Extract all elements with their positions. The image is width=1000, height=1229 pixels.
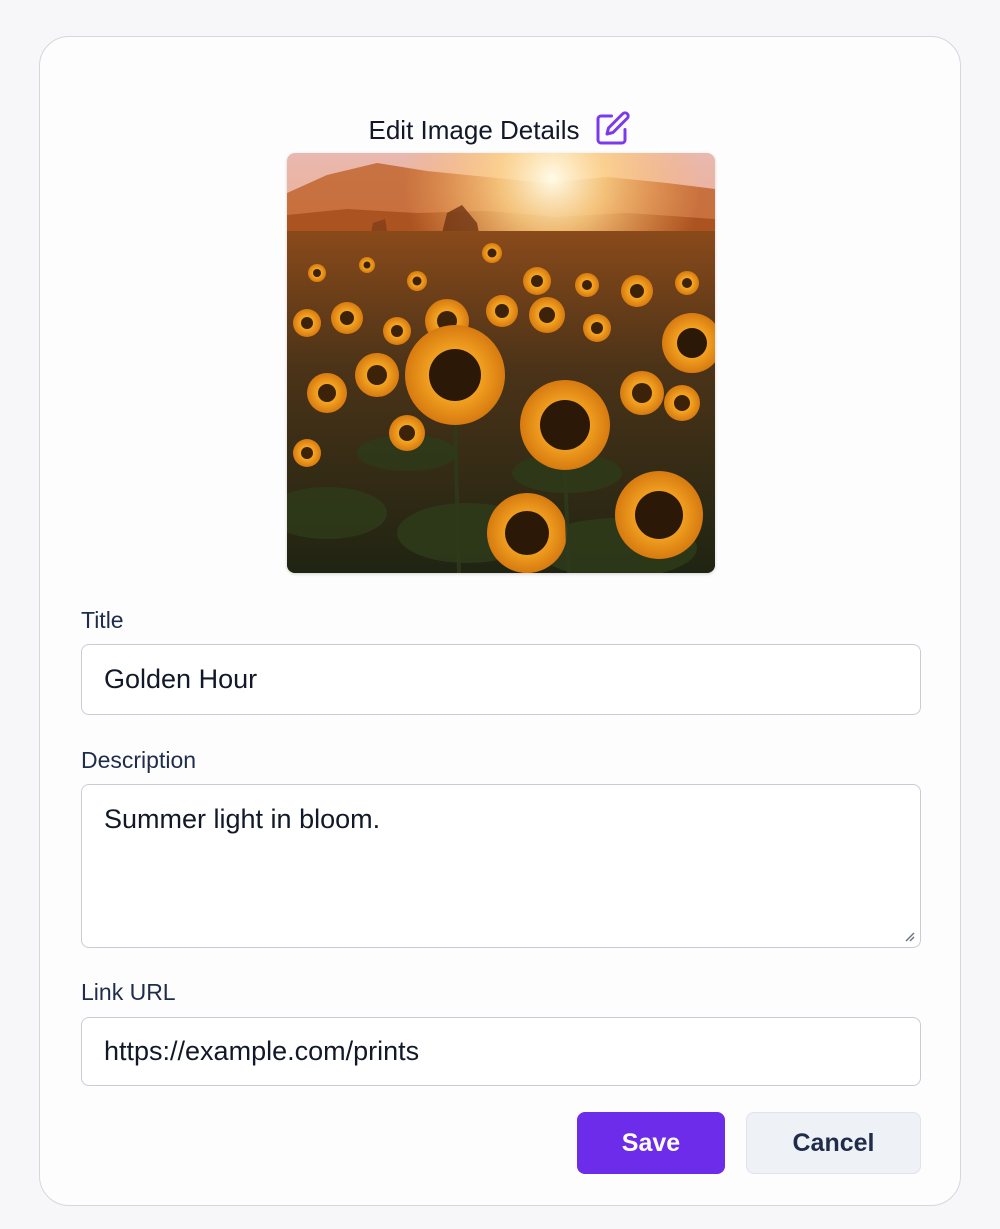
description-textarea[interactable]: Summer light in bloom. <box>81 784 921 948</box>
dialog-title: Edit Image Details <box>368 115 580 145</box>
resize-handle-icon[interactable] <box>903 930 915 942</box>
edit-icon[interactable] <box>595 110 631 146</box>
sunflower-field-image <box>287 153 715 573</box>
link-url-input[interactable] <box>81 1017 921 1086</box>
description-field-wrapper: Summer light in bloom. <box>81 784 921 948</box>
title-input[interactable] <box>81 644 921 715</box>
link-url-label: Link URL <box>81 979 176 1005</box>
description-label: Description <box>81 747 197 773</box>
cancel-button[interactable]: Cancel <box>746 1112 921 1174</box>
edit-image-dialog: Edit Image Details Title Golden Hour Des… <box>39 36 961 1206</box>
image-preview <box>287 153 715 573</box>
title-label: Title <box>81 607 124 633</box>
save-button[interactable]: Save <box>577 1112 725 1174</box>
dialog-header: Edit Image Details <box>40 110 960 146</box>
